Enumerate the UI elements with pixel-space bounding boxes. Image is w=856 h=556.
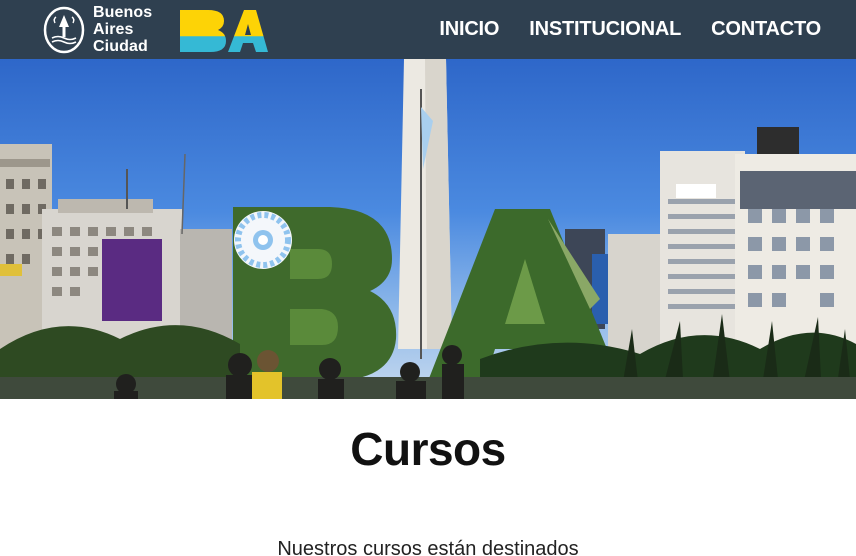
nav-contacto[interactable]: CONTACTO: [711, 18, 821, 41]
brand-name: Buenos Aires Ciudad: [93, 4, 152, 55]
main-nav: INICIO INSTITUCIONAL CONTACTO: [439, 18, 821, 41]
brand-line-3: Ciudad: [93, 38, 148, 55]
city-seal-icon: [43, 5, 85, 55]
brand-line-1: Buenos: [93, 4, 153, 21]
hero-photo: [0, 59, 856, 399]
intro-text: Nuestros cursos están destinados: [277, 538, 579, 556]
top-navbar: Buenos Aires Ciudad BA: [0, 0, 856, 59]
nav-inicio[interactable]: INICIO: [439, 18, 499, 41]
nav-institucional[interactable]: INSTITUCIONAL: [529, 18, 681, 41]
hero-banner: [0, 59, 856, 399]
brand-line-2: Aires: [93, 21, 134, 38]
ba-logo: BA: [180, 5, 269, 55]
page-title: Cursos: [350, 423, 506, 475]
brand[interactable]: Buenos Aires Ciudad BA: [43, 4, 269, 55]
